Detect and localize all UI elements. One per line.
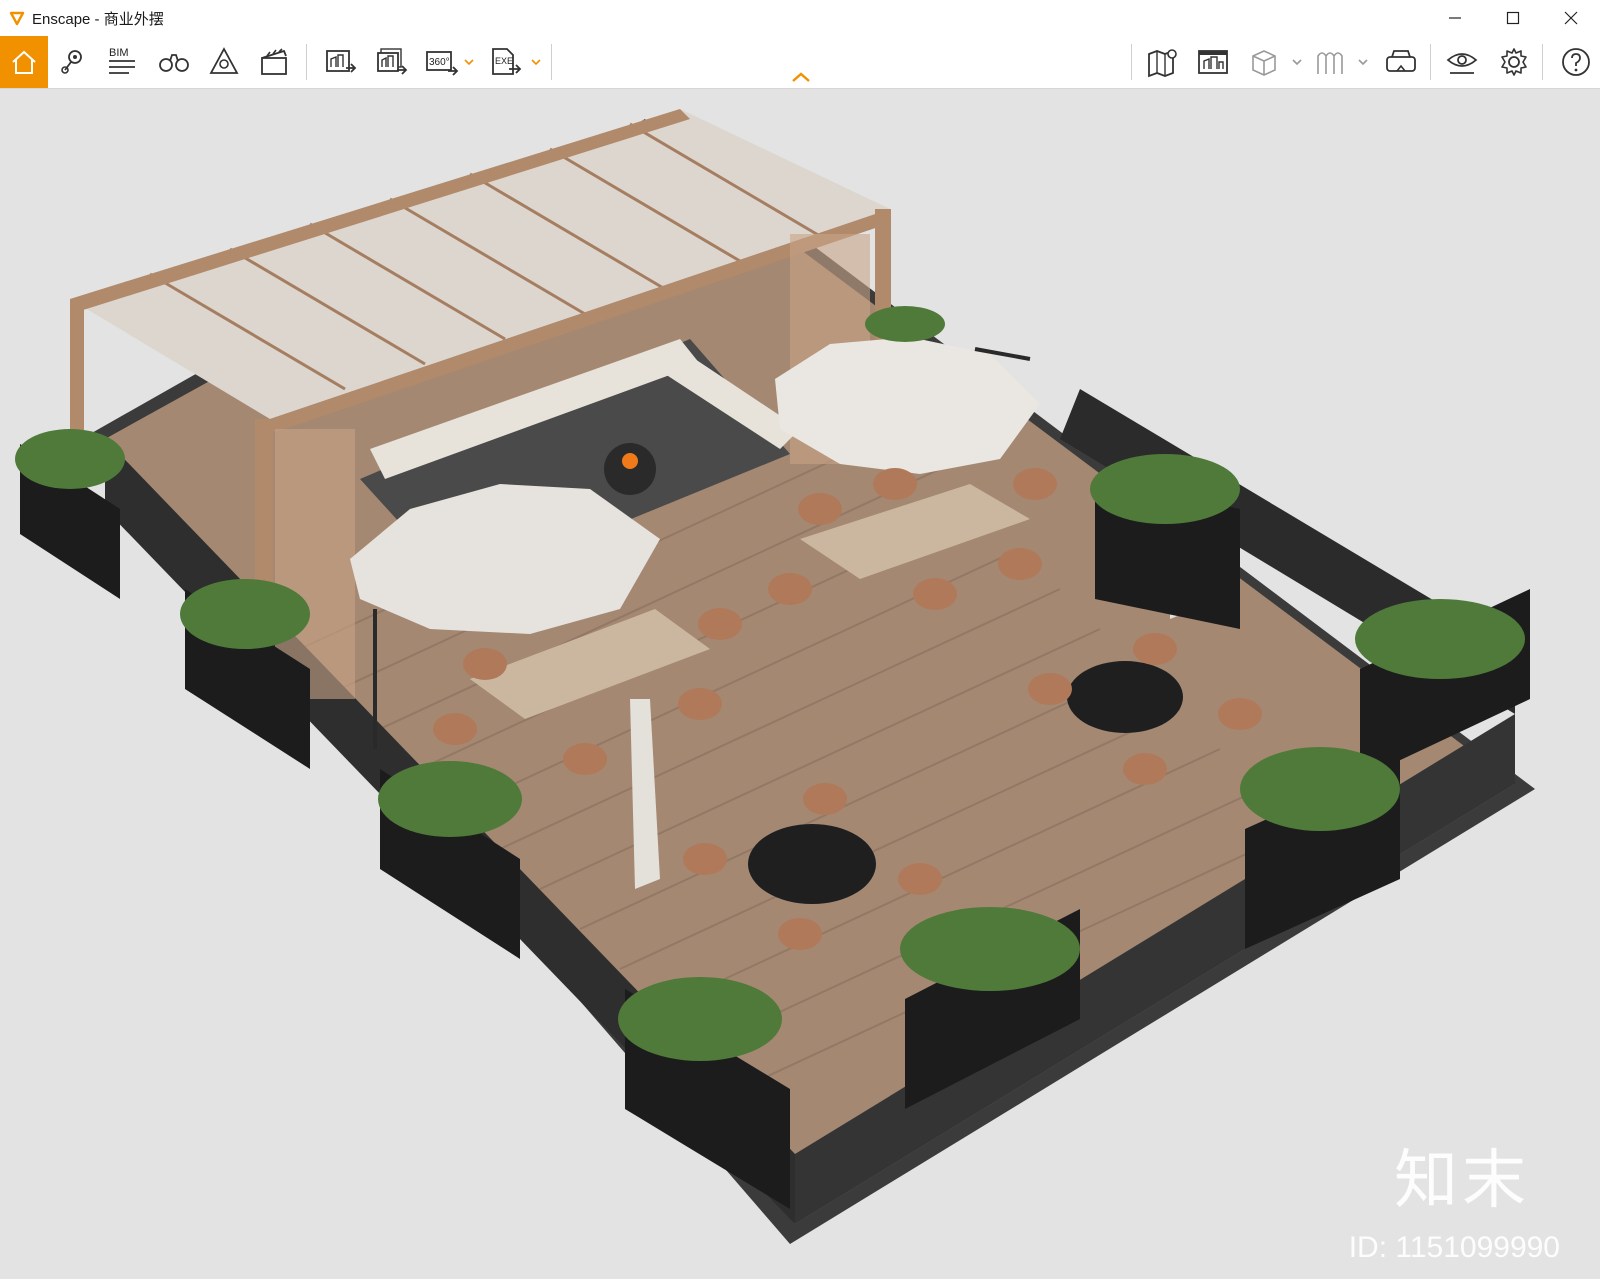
toolbar-separator xyxy=(306,44,307,80)
toolbar-separator xyxy=(551,44,552,80)
enscape-logo-icon xyxy=(8,9,26,27)
panorama-export-button[interactable]: 360° xyxy=(418,36,466,88)
exe-label: EXE xyxy=(495,56,513,66)
panorama-360-icon: 360° xyxy=(426,51,459,76)
close-button[interactable] xyxy=(1542,0,1600,36)
clapperboard-icon xyxy=(261,48,287,75)
map-button[interactable] xyxy=(1139,36,1187,88)
chevron-down-icon xyxy=(531,59,541,66)
render-viewport[interactable]: 知末 ID: 1151099990 xyxy=(0,89,1600,1279)
batch-render-button[interactable] xyxy=(368,36,416,88)
panorama-label: 360° xyxy=(429,57,450,68)
bim-label: BIM xyxy=(109,47,129,59)
asset-library-button[interactable] xyxy=(1306,36,1354,88)
asset-library-icon xyxy=(1317,52,1343,74)
view-eye-icon xyxy=(1446,53,1478,74)
chevron-down-icon xyxy=(464,59,474,66)
location-pin-icon xyxy=(61,50,82,74)
screenshot-export-button[interactable] xyxy=(317,36,365,88)
asset-library-dropdown-caret[interactable] xyxy=(1356,36,1370,88)
settings-gear-icon xyxy=(1501,48,1527,76)
cube-view-icon xyxy=(1252,50,1276,76)
annotation-button[interactable] xyxy=(1189,36,1237,88)
toolbar-separator xyxy=(1131,44,1132,80)
maximize-button[interactable] xyxy=(1484,0,1542,36)
exe-dropdown-caret[interactable] xyxy=(529,36,543,88)
exe-export-icon: EXE xyxy=(492,48,522,75)
minimize-button[interactable] xyxy=(1426,0,1484,36)
cube-view-dropdown-caret[interactable] xyxy=(1290,36,1304,88)
toolbar-separator xyxy=(1542,44,1543,80)
exe-export-button[interactable]: EXE xyxy=(482,36,530,88)
toolbar-separator xyxy=(1430,44,1431,80)
watermark-id: ID: 1151099990 xyxy=(1348,1231,1560,1264)
panorama-dropdown-caret[interactable] xyxy=(462,36,476,88)
home-icon xyxy=(12,50,36,74)
collapse-toolbar-arrow[interactable] xyxy=(790,70,812,84)
visual-settings-button[interactable] xyxy=(200,36,248,88)
home-button[interactable] xyxy=(0,36,48,88)
scene-render xyxy=(15,109,1535,1244)
location-button[interactable] xyxy=(48,36,96,88)
help-icon xyxy=(1562,48,1590,76)
video-editor-button[interactable] xyxy=(250,36,298,88)
help-button[interactable] xyxy=(1552,36,1600,88)
vr-headset-icon xyxy=(1386,50,1416,72)
collaborative-annotation-icon xyxy=(1198,50,1228,74)
batch-render-icon xyxy=(377,48,408,75)
window-title: Enscape - 商业外摆 xyxy=(32,10,164,28)
map-icon xyxy=(1148,49,1177,78)
settings-button[interactable] xyxy=(1490,36,1538,88)
bim-icon: BIM xyxy=(109,47,135,74)
binoculars-icon xyxy=(159,54,189,72)
views-button[interactable] xyxy=(150,36,198,88)
screenshot-export-icon xyxy=(326,50,357,73)
view-visibility-button[interactable] xyxy=(1438,36,1486,88)
vr-headset-button[interactable] xyxy=(1377,36,1425,88)
visual-settings-icon xyxy=(209,47,239,74)
chevron-down-icon xyxy=(1358,59,1368,66)
chevron-down-icon xyxy=(1292,59,1302,66)
watermark-brand: 知末 xyxy=(1394,1144,1530,1218)
bim-button[interactable]: BIM xyxy=(98,36,146,88)
cube-view-button[interactable] xyxy=(1240,36,1288,88)
title-bar: Enscape - 商业外摆 xyxy=(0,0,1600,36)
